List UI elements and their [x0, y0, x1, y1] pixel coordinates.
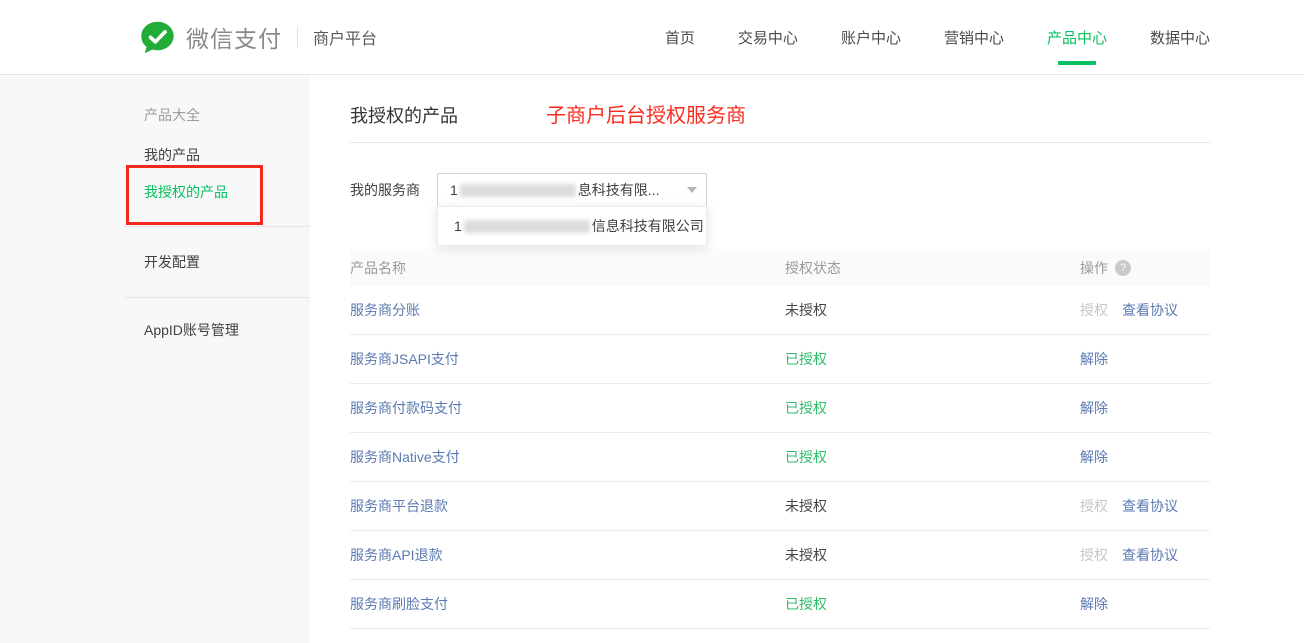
provider-select[interactable]: 1 息科技有限... [437, 173, 707, 207]
table-row: 服务商付款码支付 已授权 解除 [350, 384, 1210, 433]
table-row: 服务商JSAPI支付 已授权 解除 [350, 335, 1210, 384]
top-bar: 微信支付 商户平台 首页 交易中心 账户中心 营销中心 产品中心 数据中心 [0, 0, 1304, 75]
table-row: 服务商Native支付 已授权 解除 [350, 433, 1210, 482]
products-table-body: 服务商分账未授权授权查看协议服务商JSAPI支付已授权解除服务商付款码支付已授权… [350, 286, 1210, 629]
nav-item-data-center[interactable]: 数据中心 [1150, 27, 1210, 48]
nav-item-account-center[interactable]: 账户中心 [841, 27, 901, 48]
top-nav: 首页 交易中心 账户中心 营销中心 产品中心 数据中心 [665, 0, 1210, 75]
product-name-link[interactable]: 服务商JSAPI支付 [350, 351, 459, 367]
provider-form-row: 我的服务商 1 息科技有限... 1 信息科技有限公司 [350, 173, 1210, 207]
table-row: 服务商刷脸支付 已授权 解除 [350, 580, 1210, 629]
product-name-link[interactable]: 服务商刷脸支付 [350, 596, 448, 612]
title-divider [350, 142, 1210, 143]
nav-item-home[interactable]: 首页 [665, 27, 695, 48]
portal-label: 商户平台 [313, 25, 377, 49]
main-content: 我授权的产品 子商户后台授权服务商 我的服务商 1 息科技有限... 1 [310, 75, 1304, 643]
sidebar-divider [125, 297, 310, 298]
nav-item-product-center[interactable]: 产品中心 [1047, 27, 1107, 48]
sidebar-item-my-products[interactable]: 我的产品 [144, 145, 310, 165]
chevron-down-icon [687, 187, 697, 193]
page-title: 我授权的产品 [350, 103, 458, 129]
product-name-link[interactable]: 服务商分账 [350, 302, 420, 318]
products-table: 产品名称 授权状态 操作 ? 服务商分账未授权授权查看协议服务商JSAPI支付已… [350, 249, 1210, 629]
column-header-action: 操作 [1080, 258, 1108, 278]
action-view-agreement[interactable]: 查看协议 [1122, 300, 1178, 320]
action-authorize[interactable]: 授权 [1080, 545, 1108, 565]
redacted-text [464, 220, 590, 233]
status-badge: 已授权 [785, 351, 827, 367]
page-body: 产品大全我的产品我授权的产品开发配置AppID账号管理 我授权的产品 子商户后台… [0, 75, 1304, 643]
action-revoke[interactable]: 解除 [1080, 398, 1108, 418]
product-name-link[interactable]: 服务商付款码支付 [350, 400, 462, 416]
provider-option-prefix: 1 [454, 218, 462, 234]
provider-label: 我的服务商 [350, 180, 437, 200]
annotation-text: 子商户后台授权服务商 [546, 103, 746, 129]
status-badge: 未授权 [785, 302, 827, 318]
table-row: 服务商分账 未授权 授权查看协议 [350, 286, 1210, 335]
nav-item-transaction-center[interactable]: 交易中心 [738, 27, 798, 48]
status-badge: 未授权 [785, 547, 827, 563]
action-revoke[interactable]: 解除 [1080, 594, 1108, 614]
wechat-pay-logo-icon [140, 20, 175, 55]
nav-item-marketing-center[interactable]: 营销中心 [944, 27, 1004, 48]
action-revoke[interactable]: 解除 [1080, 349, 1108, 369]
status-badge: 已授权 [785, 596, 827, 612]
action-authorize[interactable]: 授权 [1080, 300, 1108, 320]
table-row: 服务商平台退款 未授权 授权查看协议 [350, 482, 1210, 531]
logo-text: 微信支付 [186, 20, 282, 54]
status-badge: 已授权 [785, 400, 827, 416]
table-row: 服务商API退款 未授权 授权查看协议 [350, 531, 1210, 580]
sidebar-menu: 产品大全我的产品我授权的产品开发配置 AppID账号管理 [0, 75, 310, 340]
provider-option-suffix: 信息科技有限公司 [592, 216, 704, 236]
action-view-agreement[interactable]: 查看协议 [1122, 496, 1178, 516]
sidebar-item-product-catalog: 产品大全 [144, 105, 310, 125]
provider-selected-suffix: 息科技有限... [578, 180, 660, 200]
product-name-link[interactable]: 服务商平台退款 [350, 498, 448, 514]
product-name-link[interactable]: 服务商Native支付 [350, 449, 460, 465]
action-revoke[interactable]: 解除 [1080, 447, 1108, 467]
action-authorize[interactable]: 授权 [1080, 496, 1108, 516]
help-icon[interactable]: ? [1115, 260, 1131, 276]
provider-dropdown: 1 信息科技有限公司 [437, 206, 707, 246]
status-badge: 未授权 [785, 498, 827, 514]
table-header: 产品名称 授权状态 操作 ? [350, 249, 1210, 286]
provider-option[interactable]: 1 信息科技有限公司 [438, 207, 706, 245]
sidebar-item-dev-config[interactable]: 开发配置 [144, 252, 310, 272]
redacted-text [460, 184, 576, 197]
logo[interactable]: 微信支付 商户平台 [140, 20, 377, 55]
action-view-agreement[interactable]: 查看协议 [1122, 545, 1178, 565]
column-header-product-name: 产品名称 [350, 258, 785, 278]
status-badge: 已授权 [785, 449, 827, 465]
sidebar-divider [125, 226, 310, 227]
logo-divider [297, 27, 298, 47]
sidebar: 产品大全我的产品我授权的产品开发配置 AppID账号管理 [0, 75, 310, 643]
provider-selected-prefix: 1 [450, 182, 458, 198]
sidebar-item-appid-account-management[interactable]: AppID账号管理 [144, 320, 310, 340]
sidebar-item-my-authorized-products[interactable]: 我授权的产品 [144, 182, 310, 202]
column-header-auth-status: 授权状态 [785, 258, 1080, 278]
product-name-link[interactable]: 服务商API退款 [350, 547, 443, 563]
